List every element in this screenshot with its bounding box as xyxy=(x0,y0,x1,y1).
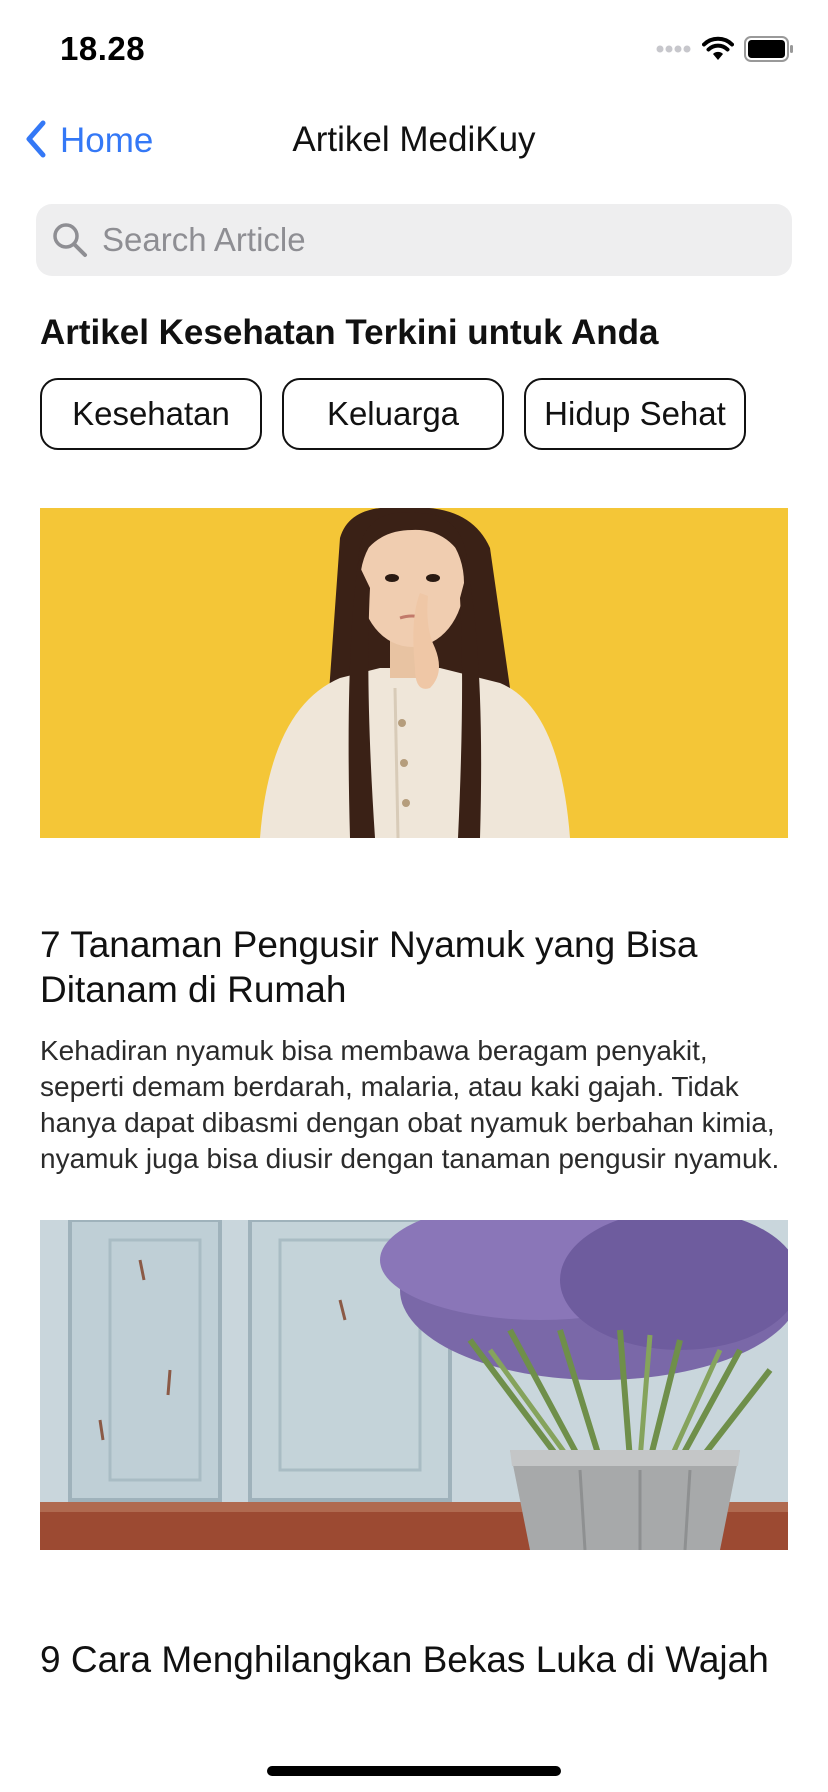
back-button[interactable]: Home xyxy=(24,114,153,168)
article-list-screen: 18.28 Artikel MediKuy Home Search Articl… xyxy=(0,0,828,1792)
wifi-icon xyxy=(702,36,734,67)
back-button-label: Home xyxy=(60,121,154,160)
article-title[interactable]: 9 Cara Menghilangkan Bekas Luka di Wajah xyxy=(40,1637,780,1682)
status-time: 18.28 xyxy=(60,30,146,67)
status-bar: 18.28 xyxy=(0,0,828,100)
article-image-lavender[interactable] xyxy=(40,1220,788,1550)
category-chip-kesehatan[interactable]: Kesehatan xyxy=(40,378,262,450)
section-heading: Artikel Kesehatan Terkini untuk Anda xyxy=(40,313,659,352)
chevron-left-icon xyxy=(24,119,48,164)
cellular-signal-icon xyxy=(656,42,692,60)
search-bar[interactable] xyxy=(36,204,792,276)
search-input[interactable] xyxy=(100,220,754,260)
article-excerpt: Kehadiran nyamuk bisa membawa beragam pe… xyxy=(40,1035,780,1174)
article-image-woman-thinking[interactable] xyxy=(40,508,788,838)
navigation-bar: Artikel MediKuy Home xyxy=(0,100,828,182)
article-title[interactable]: 7 Tanaman Pengusir Nyamuk yang Bisa Dita… xyxy=(40,922,780,1012)
category-chip-keluarga[interactable]: Keluarga xyxy=(282,378,504,450)
home-indicator xyxy=(267,1766,561,1776)
battery-icon xyxy=(744,35,794,67)
status-icons xyxy=(656,35,794,67)
category-chips: Kesehatan Keluarga Hidup Sehat xyxy=(40,378,746,450)
category-chip-hidup-sehat[interactable]: Hidup Sehat xyxy=(524,378,746,450)
search-icon xyxy=(50,220,90,260)
